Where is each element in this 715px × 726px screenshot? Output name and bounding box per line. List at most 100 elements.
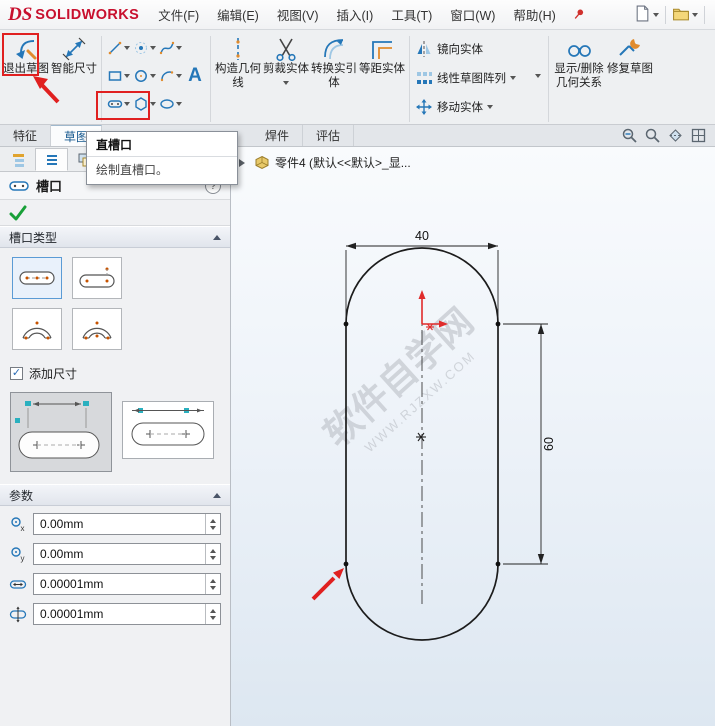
param-center-y-value[interactable] bbox=[34, 544, 205, 564]
polygon-tool-button[interactable] bbox=[131, 90, 157, 118]
logo-text: SOLIDWORKS bbox=[35, 6, 140, 23]
move-entities-button[interactable]: 移动实体 bbox=[413, 92, 531, 121]
part-icon bbox=[255, 155, 269, 169]
section-view-icon[interactable] bbox=[667, 127, 684, 144]
pattern-flyout-chevron[interactable] bbox=[531, 34, 545, 118]
slot-tool-button[interactable] bbox=[105, 90, 131, 118]
add-dimension-checkbox[interactable]: ✓ bbox=[10, 367, 23, 380]
spinner bbox=[205, 574, 220, 594]
dimension-style-center-to-center[interactable] bbox=[10, 392, 112, 472]
tab-evaluate[interactable]: 评估 bbox=[303, 125, 355, 146]
parameters-section-header[interactable]: 参数 bbox=[0, 484, 230, 506]
param-center-y-input[interactable] bbox=[33, 543, 221, 565]
param-slot-width-input[interactable] bbox=[33, 603, 221, 625]
menu-window[interactable]: 窗口(W) bbox=[441, 0, 504, 29]
magnifier-pencil-icon[interactable] bbox=[621, 127, 638, 144]
pin-menu-icon[interactable] bbox=[571, 7, 586, 22]
new-document-chevron-icon[interactable] bbox=[653, 12, 659, 20]
feature-tree-root[interactable]: 零件4 (默认<<默认>_显... bbox=[239, 154, 411, 171]
collapse-chevron-icon[interactable] bbox=[213, 489, 221, 498]
linear-sketch-pattern-button[interactable]: 线性草图阵列 bbox=[413, 63, 531, 92]
tab-feature-tree[interactable] bbox=[2, 148, 35, 171]
pattern-tools-stack: 镜向实体 线性草图阵列 移动实体 bbox=[413, 34, 531, 121]
chevron-down-icon[interactable] bbox=[175, 102, 182, 109]
chevron-down-icon[interactable] bbox=[175, 46, 182, 53]
menu-tools[interactable]: 工具(T) bbox=[382, 0, 441, 29]
point-tool-button[interactable] bbox=[131, 34, 157, 62]
slot-type-arc-centerpoints[interactable] bbox=[12, 308, 62, 350]
param-slot-length-value[interactable] bbox=[34, 574, 205, 594]
chevron-down-icon[interactable] bbox=[123, 46, 130, 53]
menu-view[interactable]: 视图(V) bbox=[268, 0, 328, 29]
spin-down-icon[interactable] bbox=[206, 554, 220, 564]
slot-type-straight-3point[interactable] bbox=[72, 257, 122, 299]
magnifier-icon[interactable] bbox=[644, 127, 661, 144]
spline-tool-button[interactable] bbox=[157, 34, 183, 62]
param-center-x-value[interactable] bbox=[34, 514, 205, 534]
center-point-marker[interactable] bbox=[416, 432, 426, 442]
param-slot-width-value[interactable] bbox=[34, 604, 205, 624]
spin-up-icon[interactable] bbox=[206, 604, 220, 614]
smart-dimension-button[interactable]: 智能尺寸 bbox=[50, 34, 98, 77]
chevron-down-icon[interactable] bbox=[283, 80, 289, 88]
param-row-slot-width bbox=[9, 603, 221, 625]
rectangle-tool-button[interactable] bbox=[105, 62, 131, 90]
tab-features[interactable]: 特征 bbox=[0, 125, 52, 146]
trim-entities-button[interactable]: 剪裁实体 bbox=[262, 34, 310, 88]
chevron-down-icon[interactable] bbox=[123, 74, 130, 81]
slot-type-arc-3point[interactable] bbox=[72, 308, 122, 350]
width-dimension-text[interactable]: 40 bbox=[415, 229, 429, 243]
tab-weldments[interactable]: 焊件 bbox=[252, 125, 304, 146]
menu-help[interactable]: 帮助(H) bbox=[504, 0, 564, 29]
spin-up-icon[interactable] bbox=[206, 514, 220, 524]
spin-down-icon[interactable] bbox=[206, 614, 220, 624]
text-tool-button[interactable]: A bbox=[183, 34, 207, 118]
chevron-down-icon[interactable] bbox=[149, 74, 156, 81]
line-tool-button[interactable] bbox=[105, 34, 131, 62]
dimension-style-overall[interactable] bbox=[122, 401, 214, 459]
open-document-icon[interactable] bbox=[672, 5, 690, 25]
ok-checkmark-icon[interactable] bbox=[9, 205, 27, 221]
polygon-icon bbox=[133, 96, 149, 112]
menu-insert[interactable]: 插入(I) bbox=[328, 0, 383, 29]
offset-entities-button[interactable]: 等距实体 bbox=[358, 34, 406, 77]
chevron-down-icon[interactable] bbox=[175, 74, 182, 81]
mirror-entities-button[interactable]: 镜向实体 bbox=[413, 34, 531, 63]
menu-edit[interactable]: 编辑(E) bbox=[208, 0, 268, 29]
menu-file[interactable]: 文件(F) bbox=[149, 0, 208, 29]
new-document-icon[interactable] bbox=[634, 5, 651, 25]
exit-sketch-button[interactable]: 退出草图 bbox=[2, 34, 50, 77]
param-center-x-input[interactable] bbox=[33, 513, 221, 535]
ellipse-tool-button[interactable] bbox=[157, 90, 183, 118]
tab-property-manager[interactable] bbox=[35, 148, 68, 171]
arc-tool-button[interactable] bbox=[157, 62, 183, 90]
smart-dimension-icon bbox=[61, 36, 87, 62]
tree-expand-arrow-icon[interactable] bbox=[239, 158, 249, 167]
circle-tool-button[interactable] bbox=[131, 62, 157, 90]
slot-type-section-header[interactable]: 槽口类型 bbox=[0, 226, 230, 248]
chevron-down-icon[interactable] bbox=[487, 104, 493, 112]
chevron-down-icon[interactable] bbox=[149, 46, 156, 53]
chevron-down-icon[interactable] bbox=[510, 75, 516, 83]
chevron-down-icon[interactable] bbox=[123, 102, 130, 109]
filter-grid-icon[interactable] bbox=[690, 127, 707, 144]
open-document-chevron-icon[interactable] bbox=[692, 12, 698, 20]
graphics-area[interactable]: 零件4 (默认<<默认>_显... 软件自学网 WWW.RJZXW.COM 40… bbox=[231, 147, 715, 726]
feature-tree-icon bbox=[12, 153, 24, 167]
convert-entities-button[interactable]: 转换实引体 bbox=[310, 34, 358, 90]
collapse-chevron-icon[interactable] bbox=[213, 231, 221, 240]
spin-down-icon[interactable] bbox=[206, 524, 220, 534]
display-delete-relations-button[interactable]: 显示/删除几何关系 bbox=[552, 34, 606, 90]
repair-sketch-button[interactable]: 修复草图 bbox=[606, 34, 654, 77]
spin-up-icon[interactable] bbox=[206, 574, 220, 584]
chevron-down-icon[interactable] bbox=[149, 102, 156, 109]
height-dimension-text[interactable]: 60 bbox=[542, 437, 556, 451]
spin-up-icon[interactable] bbox=[206, 544, 220, 554]
tooltip-title: 直槽口 bbox=[96, 138, 133, 152]
center-dimension-preview-icon bbox=[15, 401, 100, 459]
slot-type-straight-centerpoints[interactable] bbox=[12, 257, 62, 299]
param-slot-length-input[interactable] bbox=[33, 573, 221, 595]
solidworks-logo: DS SOLIDWORKS bbox=[0, 0, 149, 29]
spin-down-icon[interactable] bbox=[206, 584, 220, 594]
construction-geometry-button[interactable]: 构造几何线 bbox=[214, 34, 262, 90]
